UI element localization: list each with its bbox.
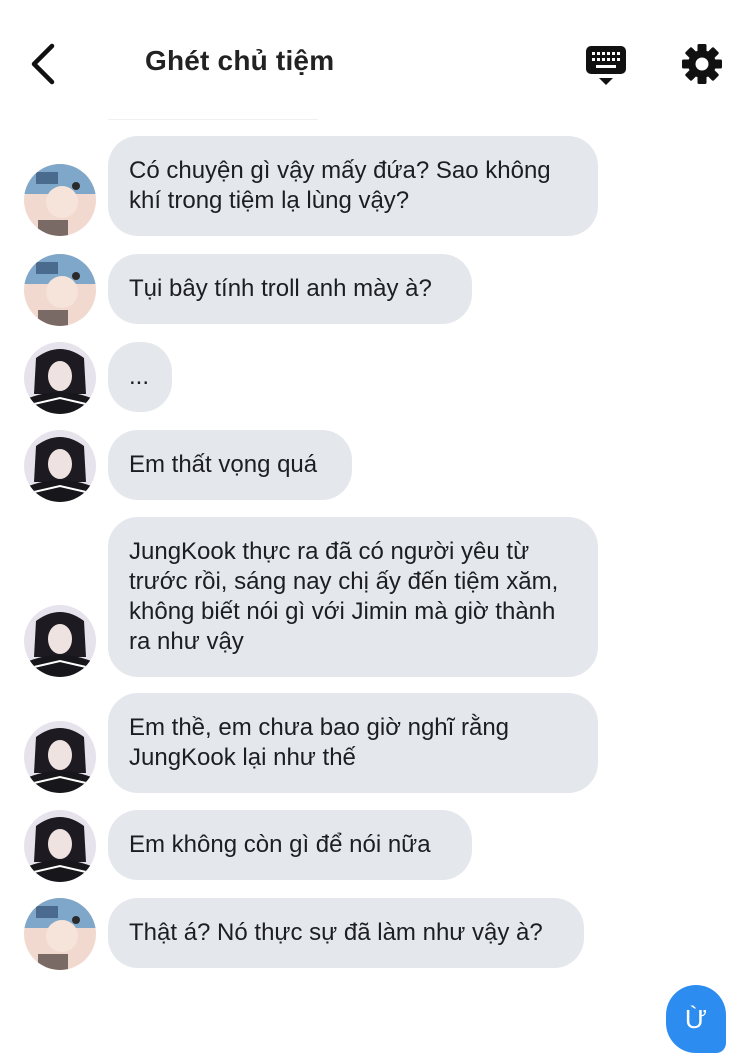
avatar-image: [24, 721, 96, 793]
message-row: Tụi bây tính troll anh mày à?: [0, 254, 750, 326]
message-bubble[interactable]: JungKook thực ra đã có người yêu từ trướ…: [108, 517, 598, 677]
back-button[interactable]: [26, 40, 66, 88]
message-text: Tụi bây tính troll anh mày à?: [129, 275, 432, 302]
avatar-image: [24, 430, 96, 502]
avatar-image: [24, 810, 96, 882]
gear-icon: [682, 44, 722, 84]
avatar[interactable]: [24, 430, 96, 502]
keyboard-button[interactable]: [584, 44, 628, 88]
chat-header: Ghét chủ tiệm: [0, 0, 750, 120]
avatar[interactable]: [24, 342, 96, 414]
avatar[interactable]: [24, 898, 96, 970]
avatar-image: [24, 898, 96, 970]
avatar-image: [24, 254, 96, 326]
message-row: ...: [0, 342, 750, 414]
message-bubble[interactable]: Có chuyện gì vậy mấy đứa? Sao không khí …: [108, 136, 598, 236]
avatar[interactable]: [24, 810, 96, 882]
avatar-image: [24, 605, 96, 677]
message-bubble[interactable]: Thật á? Nó thực sự đã làm như vậy à?: [108, 898, 584, 968]
message-text: Em không còn gì để nói nữa: [129, 831, 431, 858]
avatar[interactable]: [24, 721, 96, 793]
message-row: Em thề, em chưa bao giờ nghĩ rằng JungKo…: [0, 693, 750, 793]
message-text: Em thất vọng quá: [129, 451, 318, 478]
avatar-image: [24, 164, 96, 236]
message-row: JungKook thực ra đã có người yêu từ trướ…: [0, 517, 750, 677]
message-row: Em không còn gì để nói nữa: [0, 810, 750, 882]
settings-button[interactable]: [680, 42, 724, 86]
reply-button[interactable]: Ừ: [666, 985, 726, 1053]
message-row: Thật á? Nó thực sự đã làm như vậy à?: [0, 898, 750, 970]
message-row: Có chuyện gì vậy mấy đứa? Sao không khí …: [0, 136, 750, 236]
message-text: JungKook thực ra đã có người yêu từ trướ…: [129, 538, 559, 655]
message-bubble[interactable]: Em thất vọng quá: [108, 430, 352, 500]
avatar[interactable]: [24, 164, 96, 236]
message-bubble[interactable]: Em thề, em chưa bao giờ nghĩ rằng JungKo…: [108, 693, 598, 793]
message-text: Em thề, em chưa bao giờ nghĩ rằng JungKo…: [129, 714, 510, 771]
avatar[interactable]: [24, 605, 96, 677]
message-bubble[interactable]: Tụi bây tính troll anh mày à?: [108, 254, 472, 324]
message-row: Em thất vọng quá: [0, 430, 750, 502]
chat-title: Ghét chủ tiệm: [145, 45, 335, 76]
avatar-image: [24, 342, 96, 414]
message-bubble[interactable]: ...: [108, 342, 172, 412]
keyboard-icon: [586, 46, 626, 85]
message-text: ...: [129, 363, 150, 390]
avatar[interactable]: [24, 254, 96, 326]
divider: [108, 119, 318, 120]
message-bubble[interactable]: Em không còn gì để nói nữa: [108, 810, 472, 880]
chevron-left-icon: [31, 43, 55, 85]
message-text: Có chuyện gì vậy mấy đứa? Sao không khí …: [129, 157, 551, 214]
message-text: Thật á? Nó thực sự đã làm như vậy à?: [129, 919, 543, 946]
